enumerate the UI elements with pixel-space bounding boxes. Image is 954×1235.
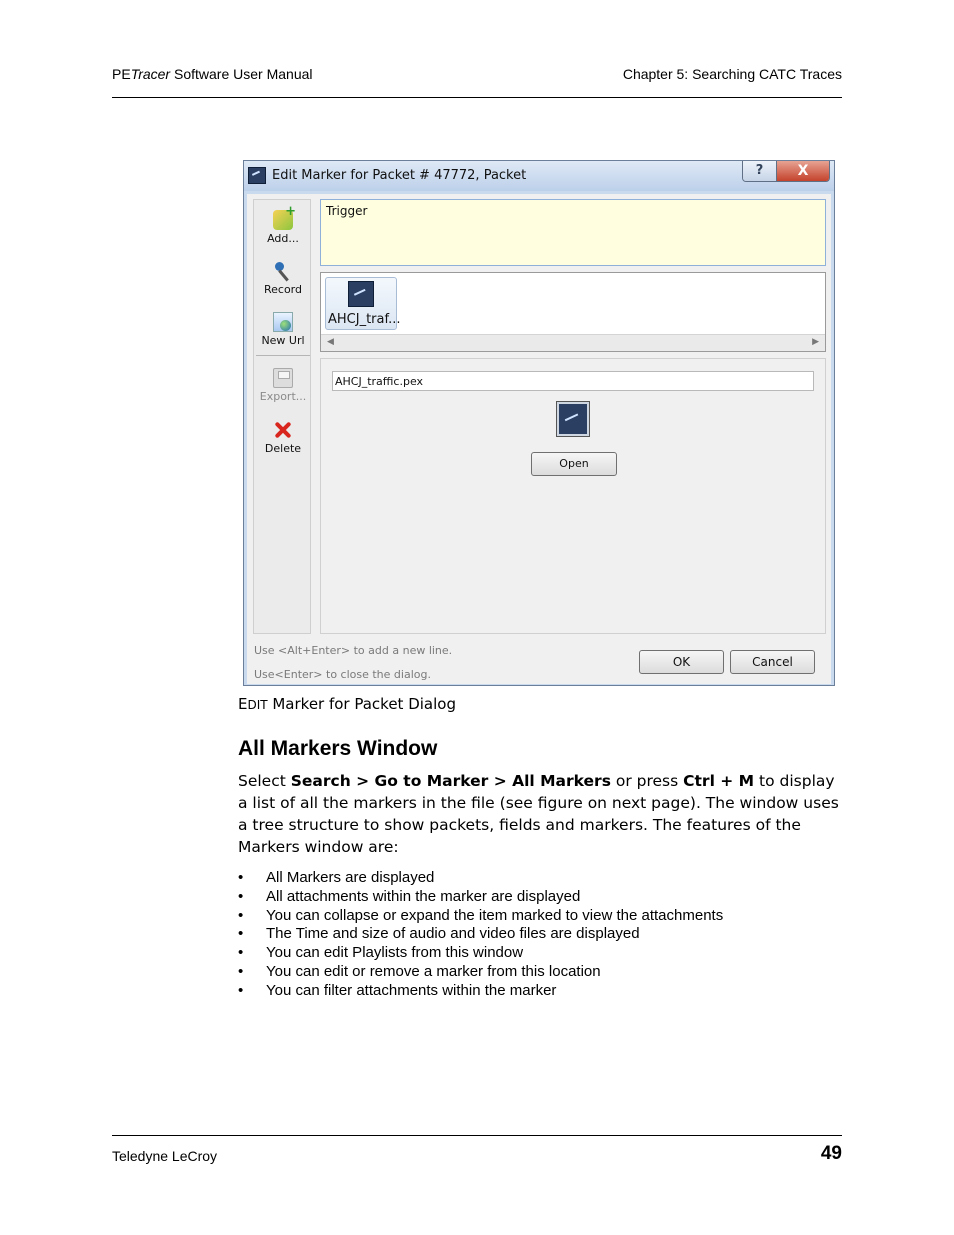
header-rule (112, 97, 842, 98)
close-button[interactable]: X (777, 161, 829, 181)
list-item: You can edit Playlists from this window (238, 944, 843, 963)
add-button[interactable]: Add... (254, 204, 312, 245)
list-item: All attachments within the marker are di… (238, 888, 843, 907)
help-button[interactable]: ? (743, 161, 777, 181)
para-text-2: or press (610, 772, 684, 790)
attachment-item[interactable]: AHCJ_traf... (325, 277, 401, 330)
list-item: The Time and size of audio and video fil… (238, 925, 843, 944)
marker-toolbar: Add... Record New Url Export... Delete (253, 199, 311, 634)
record-button[interactable]: Record (254, 261, 312, 296)
section-heading: All Markers Window (238, 737, 438, 760)
delete-button[interactable]: Delete (254, 420, 312, 455)
list-item: You can collapse or expand the item mark… (238, 907, 843, 926)
globe-icon (273, 312, 293, 332)
footer-rule (112, 1135, 842, 1136)
cancel-button[interactable]: Cancel (730, 650, 815, 674)
trace-file-large-icon (556, 401, 590, 437)
para-text-1: Select (238, 772, 291, 790)
list-item: All Markers are displayed (238, 869, 843, 888)
edit-marker-dialog: Edit Marker for Packet # 47772, Packet ?… (243, 160, 835, 686)
toolbar-separator (256, 355, 310, 356)
footer-company: Teledyne LeCroy (112, 1148, 218, 1164)
floppy-disk-icon (273, 368, 293, 388)
export-button[interactable]: Export... (254, 368, 312, 403)
page-number: 49 (820, 1143, 842, 1164)
figure-caption: EDIT Marker for Packet Dialog (238, 695, 456, 713)
dialog-title-bar: Edit Marker for Packet # 47772, Packet ?… (244, 161, 834, 191)
menu-path: Search > Go to Marker > All Markers (290, 772, 611, 790)
marker-comment-textarea[interactable]: Trigger (320, 199, 826, 266)
hint-close-dialog: Use<Enter> to close the dialog. (254, 668, 431, 681)
dialog-title: Edit Marker for Packet # 47772, Packet (272, 168, 527, 183)
delete-x-icon (273, 420, 293, 440)
horizontal-scrollbar[interactable]: ◀ ▶ (321, 334, 825, 351)
attachment-label: AHCJ_traf... (328, 312, 401, 327)
microphone-icon (273, 261, 293, 281)
ok-button[interactable]: OK (639, 650, 724, 674)
caption-rest: Marker for Packet Dialog (267, 695, 456, 713)
product-suffix: Software User Manual (170, 66, 313, 82)
features-list: All Markers are displayed All attachment… (238, 869, 843, 1001)
open-button[interactable]: Open (531, 452, 617, 476)
delete-label: Delete (264, 442, 302, 455)
product-italic: Tracer (130, 66, 171, 82)
shortcut-key: Ctrl + M (683, 772, 755, 790)
new-url-button[interactable]: New Url (254, 312, 312, 347)
list-item: You can edit or remove a marker from thi… (238, 963, 843, 982)
product-prefix: PE (112, 66, 131, 82)
running-header-chapter: Chapter 5: Searching CATC Traces (622, 66, 842, 82)
list-item: You can filter attachments within the ma… (238, 982, 843, 1001)
app-icon (248, 167, 266, 184)
caption-small-caps: DIT (247, 698, 268, 712)
scroll-right-icon[interactable]: ▶ (812, 337, 819, 347)
section-paragraph: Select Search > Go to Marker > All Marke… (238, 770, 843, 858)
export-label: Export... (259, 390, 307, 403)
dialog-body: Add... Record New Url Export... Delete T… (247, 194, 831, 684)
window-controls: ? X (742, 161, 830, 182)
record-label: Record (263, 283, 302, 296)
scroll-left-icon[interactable]: ◀ (327, 337, 334, 347)
attachment-detail-panel: AHCJ_traffic.pex Open (320, 358, 826, 634)
add-icon (273, 204, 296, 230)
attachments-list: AHCJ_traf... ◀ ▶ (320, 272, 826, 352)
filename-field[interactable]: AHCJ_traffic.pex (332, 371, 814, 391)
running-header-title: PETracer Software User Manual (112, 66, 313, 82)
hint-new-line: Use <Alt+Enter> to add a new line. (254, 644, 453, 657)
new-url-label: New Url (261, 334, 305, 347)
add-label: Add... (267, 232, 299, 245)
trace-file-icon (348, 281, 374, 307)
